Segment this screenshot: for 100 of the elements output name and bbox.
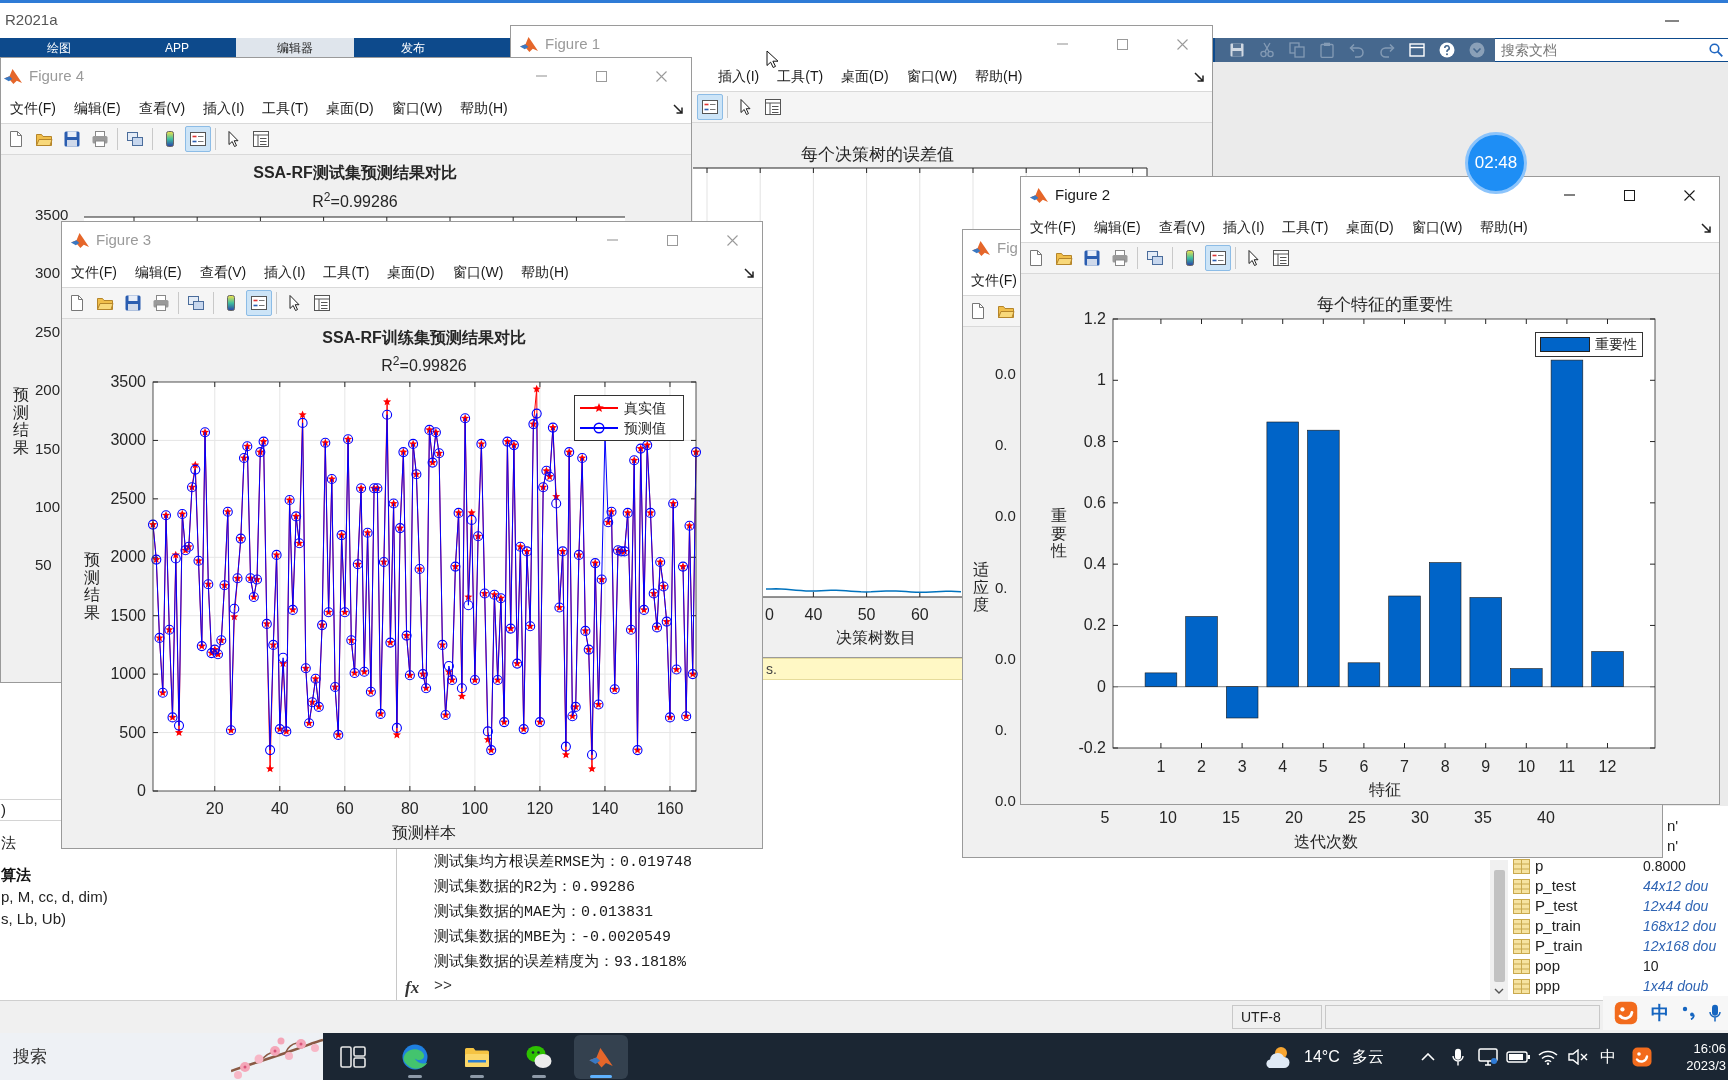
axis-tick-label: 140 <box>591 801 619 817</box>
axis-tick-label: 100 <box>35 498 61 514</box>
weather-temperature[interactable]: 14°C <box>1304 1044 1340 1069</box>
clock-time[interactable]: 16:06 <box>1693 1039 1726 1057</box>
legend-icon <box>250 294 268 312</box>
panel-text: 法 <box>0 833 17 853</box>
chart-title: SSA-RF测试集预测结果对比 <box>253 165 457 181</box>
axis-tick-label: 60 <box>910 607 929 623</box>
chart-bar <box>1185 616 1218 687</box>
menu-item[interactable]: 工具(T) <box>253 98 318 119</box>
menu-item[interactable]: 工具(T) <box>1273 217 1338 238</box>
dock-arrow-icon[interactable] <box>1701 222 1711 233</box>
axis-label: 预测样本 <box>392 825 456 841</box>
menu-item[interactable]: 编辑(E) <box>1084 217 1150 238</box>
axis-tick-label: 0.0 <box>995 650 1016 666</box>
weather-condition[interactable]: 多云 <box>1351 1044 1384 1069</box>
monitor-icon[interactable] <box>1478 1047 1498 1066</box>
wifi-icon[interactable] <box>1538 1048 1558 1065</box>
menu-item[interactable]: 窗口(W) <box>443 262 513 283</box>
punctuation-icon[interactable] <box>1682 1006 1696 1020</box>
menu-item[interactable]: 插入(I) <box>709 66 769 87</box>
menu-item[interactable]: 帮助(H) <box>966 66 1032 87</box>
menu-item[interactable]: 插入(I) <box>1214 217 1274 238</box>
menu-item[interactable]: 插入(I) <box>255 262 315 283</box>
window-title: Figure 1 <box>545 33 601 54</box>
menu-item[interactable]: 插入(I) <box>194 98 254 119</box>
chat-bubbles-icon <box>526 1043 552 1070</box>
axis-tick-label: 300 <box>35 264 61 280</box>
menu-item[interactable]: 文件(F) <box>1021 217 1085 238</box>
toolbar-button[interactable] <box>697 94 723 120</box>
menu-item[interactable]: 桌面(D) <box>317 98 383 119</box>
menu-item[interactable]: 查看(V) <box>129 98 195 119</box>
function-browser-button[interactable]: fx <box>405 974 434 1001</box>
menu-item[interactable]: 文件(F) <box>963 270 1017 291</box>
menu-item[interactable]: 帮助(H) <box>451 98 517 119</box>
axis-label: 特征 <box>1369 782 1401 798</box>
axis-tick-label: 3500 <box>110 374 146 390</box>
scrollbar-thumb[interactable] <box>1493 870 1505 982</box>
input-mode-indicator[interactable]: 中 <box>1651 999 1669 1027</box>
toolstrip-tab[interactable]: 编辑器 <box>236 38 354 57</box>
menu-item[interactable]: 查看(V) <box>1149 217 1215 238</box>
menu-item[interactable]: 帮助(H) <box>1471 217 1537 238</box>
taskbar-search-field[interactable]: 搜索 <box>0 1033 323 1080</box>
menu-item[interactable]: 工具(T) <box>314 262 379 283</box>
clock-date[interactable]: 2023/3 <box>1686 1056 1726 1074</box>
menu-item[interactable]: 文件(F) <box>62 262 126 283</box>
input-method-logo-icon[interactable] <box>1613 1000 1639 1026</box>
input-mode-indicator[interactable]: 中 <box>1600 1044 1616 1069</box>
axis-label: 重要性 <box>1051 506 1067 560</box>
menu-item[interactable]: 帮助(H) <box>512 262 578 283</box>
axis-tick-label: 250 <box>35 323 61 339</box>
axis-tick-label: 1500 <box>110 607 146 624</box>
toolstrip-tab[interactable]: 绘图 <box>0 38 118 57</box>
axis-tick-label: 3000 <box>110 432 146 449</box>
microphone-icon[interactable] <box>1452 1047 1464 1066</box>
window-title: Figure 4 <box>29 65 85 86</box>
panel-text: 算法 <box>0 865 32 885</box>
chart-subtitle: R$^{2}$=0.99826 <box>381 358 467 374</box>
minimize-icon[interactable] <box>1563 194 1575 196</box>
menu-item[interactable]: 窗口(W) <box>382 98 452 119</box>
toolbar-button[interactable] <box>185 126 211 152</box>
menu-item[interactable]: 编辑(E) <box>64 98 130 119</box>
axis-tick-label: 20 <box>1285 810 1303 826</box>
menu-item[interactable]: 窗口(W) <box>1402 217 1472 238</box>
axis-tick-label: 10 <box>1517 759 1536 775</box>
menu-item[interactable]: 桌面(D) <box>378 262 444 283</box>
taskbar-app-button[interactable] <box>574 1034 628 1079</box>
axis-tick-label: 0.6 <box>1083 494 1106 511</box>
minimize-icon[interactable] <box>1665 19 1679 22</box>
dock-arrow-icon[interactable] <box>1194 71 1204 82</box>
toolbar-button[interactable] <box>1205 245 1231 271</box>
window-icon[interactable] <box>1409 42 1425 58</box>
menu-item[interactable]: 查看(V) <box>190 262 256 283</box>
menu-item[interactable]: 编辑(E) <box>125 262 191 283</box>
chevron-up-icon[interactable] <box>1421 1052 1435 1061</box>
toolstrip-tab[interactable]: 发布 <box>354 38 472 57</box>
close-icon[interactable] <box>1683 189 1695 201</box>
dock-arrow-icon[interactable] <box>673 103 683 114</box>
menu-item[interactable]: 窗口(W) <box>897 66 967 87</box>
help-icon[interactable] <box>1439 42 1455 58</box>
overlapping-windows-icon <box>187 294 205 312</box>
toolbar-button[interactable] <box>246 290 272 316</box>
menu-item[interactable]: 桌面(D) <box>1337 217 1403 238</box>
search-field[interactable]: 搜索文档 <box>1495 39 1728 61</box>
dock-arrow-icon[interactable] <box>744 267 754 278</box>
input-method-logo-icon[interactable] <box>1631 1045 1653 1068</box>
toolstrip-tab[interactable]: APP <box>118 38 236 57</box>
window-title: Figure 2 <box>1055 184 1111 205</box>
muted-speaker-icon[interactable] <box>1568 1048 1588 1065</box>
menu-item[interactable]: 文件(F) <box>1 98 65 119</box>
variable-value: 12x168 dou <box>1643 936 1717 956</box>
battery-icon[interactable] <box>1506 1050 1530 1063</box>
maximize-icon[interactable] <box>1623 189 1635 201</box>
peak-logo-icon <box>3 66 23 86</box>
axis-tick-label: 2500 <box>110 490 146 507</box>
axis-tick-label: 5 <box>1100 810 1110 826</box>
menu-item[interactable]: 桌面(D) <box>832 66 898 87</box>
menu-item[interactable]: 工具(T) <box>768 66 833 87</box>
search-icon[interactable] <box>1709 43 1723 57</box>
axis-tick-label: 0 <box>137 783 146 799</box>
